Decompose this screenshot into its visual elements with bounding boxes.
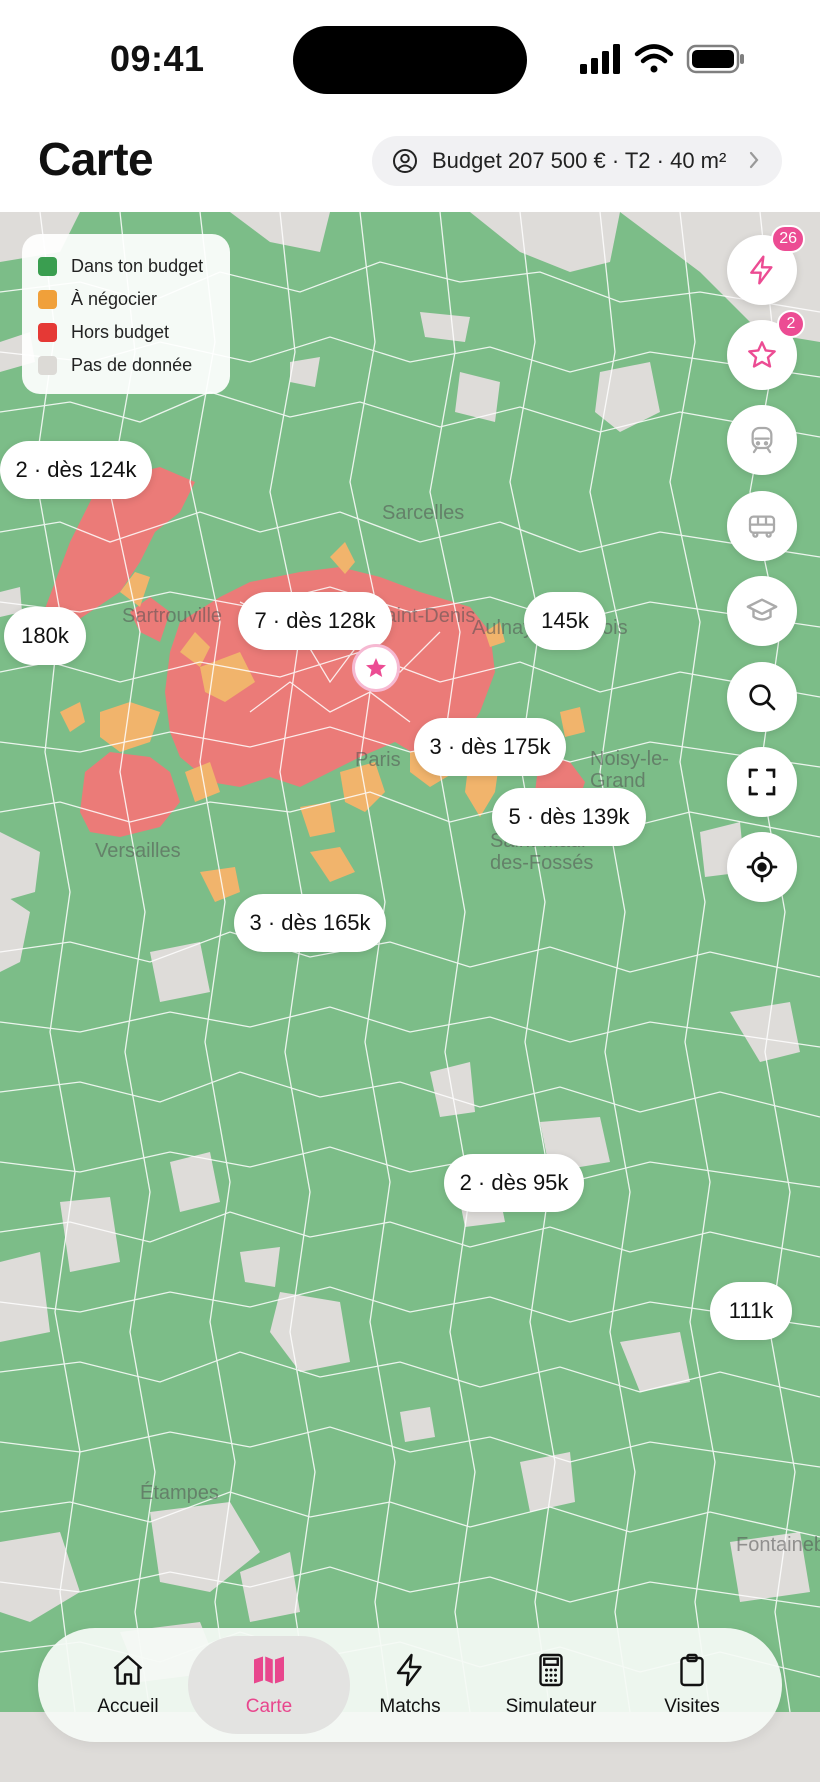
legend-swatch-negotiate — [38, 290, 57, 309]
legend-swatch-no-data — [38, 356, 57, 375]
status-time: 09:41 — [110, 38, 205, 79]
header: Carte Budget 207 500 € · T2 · 40 m² — [0, 120, 820, 212]
price-cluster-label[interactable]: 145k — [524, 592, 606, 650]
bus-layer-toggle[interactable] — [727, 491, 797, 561]
favorites-count-badge: 2 — [777, 310, 805, 338]
nav-label: Carte — [245, 1696, 293, 1717]
map-icon — [254, 1656, 284, 1684]
nav-label: Visites — [664, 1696, 720, 1717]
legend-label: Dans ton budget — [71, 256, 204, 276]
graduation-cap-icon — [746, 598, 778, 621]
bottom-navigation: Accueil Carte Matchs Simulateur Visites — [38, 1628, 782, 1742]
bus-icon — [748, 515, 776, 538]
nav-item-carte[interactable]: Carte — [188, 1636, 350, 1734]
star-icon — [366, 658, 386, 677]
clipboard-icon — [680, 1653, 704, 1687]
wifi-icon — [634, 44, 674, 73]
price-cluster-label[interactable]: 2 · dès 95k — [444, 1154, 584, 1212]
nav-label: Matchs — [379, 1696, 441, 1717]
legend-label: Pas de donnée — [71, 355, 193, 375]
legend-label: Hors budget — [71, 322, 170, 342]
schools-layer-toggle[interactable] — [727, 576, 797, 646]
locate-me-button[interactable] — [727, 832, 797, 902]
status-icons — [580, 44, 744, 74]
nav-label: Accueil — [97, 1696, 159, 1717]
price-cluster-label[interactable]: 111k — [710, 1282, 792, 1340]
matches-count-badge: 26 — [771, 225, 805, 253]
budget-summary-button[interactable]: Budget 207 500 € · T2 · 40 m² — [372, 136, 782, 186]
calculator-icon — [539, 1653, 563, 1687]
price-cluster-label[interactable]: 180k — [4, 607, 86, 665]
legend-item: Pas de donnée — [38, 349, 214, 382]
legend-swatch-in-budget — [38, 257, 57, 276]
commune-borders — [0, 212, 820, 1713]
nav-item-visites[interactable]: Visites — [622, 1628, 762, 1742]
legend-item: À négocier — [38, 283, 214, 316]
page-title: Carte — [38, 133, 154, 185]
price-cluster-label[interactable]: 5 · dès 139k — [492, 788, 646, 846]
price-cluster-label[interactable]: 3 · dès 175k — [414, 718, 566, 776]
user-circle-icon — [393, 149, 417, 173]
price-cluster-label[interactable]: 2 · dès 124k — [0, 441, 152, 499]
signal-icon — [580, 44, 620, 74]
status-bar: 09:41 — [0, 0, 820, 120]
battery-icon — [686, 44, 744, 74]
nav-item-accueil[interactable]: Accueil — [58, 1628, 198, 1742]
place-name: Paris — [355, 749, 401, 771]
dynamic-island — [293, 26, 527, 94]
chevron-right-icon — [749, 151, 759, 169]
favorite-pin[interactable] — [352, 644, 400, 692]
lightning-icon — [750, 255, 773, 285]
legend-label: À négocier — [71, 289, 158, 309]
train-layer-toggle[interactable] — [727, 405, 797, 475]
place-name: Sarcelles — [382, 502, 465, 524]
budget-summary-text: Budget 207 500 € · T2 · 40 m² — [432, 148, 727, 173]
map-view[interactable]: Sarcelles Sartrouville Saint-Denis Aulna… — [0, 212, 820, 1782]
place-name: Versailles — [95, 840, 181, 862]
matches-shortcut-button[interactable]: 26 — [727, 225, 805, 305]
nav-item-matchs[interactable]: Matchs — [340, 1628, 480, 1742]
price-cluster-label[interactable]: 3 · dès 165k — [234, 894, 386, 952]
train-icon — [751, 426, 773, 454]
legend-item: Dans ton budget — [38, 250, 214, 283]
place-name: Étampes — [140, 1482, 219, 1504]
locate-icon — [746, 851, 778, 883]
search-button[interactable] — [727, 662, 797, 732]
place-name: Noisy-le-Grand — [590, 748, 669, 792]
map-legend: Dans ton budget À négocier Hors budget P… — [22, 234, 230, 394]
legend-item: Hors budget — [38, 316, 214, 349]
price-cluster-label[interactable]: 7 · dès 128k — [238, 592, 392, 650]
lightning-icon — [396, 1653, 422, 1687]
fullscreen-icon — [748, 768, 776, 796]
place-name: Fontainebleau — [736, 1534, 820, 1556]
place-name: Sartrouville — [122, 605, 223, 627]
star-icon — [748, 341, 776, 368]
nav-item-simulateur[interactable]: Simulateur — [481, 1628, 621, 1742]
nav-label: Simulateur — [505, 1696, 597, 1717]
fullscreen-button[interactable] — [727, 747, 797, 817]
search-icon — [749, 684, 776, 711]
home-icon — [113, 1655, 143, 1685]
favorites-shortcut-button[interactable]: 2 — [727, 310, 805, 390]
legend-swatch-over-budget — [38, 323, 57, 342]
